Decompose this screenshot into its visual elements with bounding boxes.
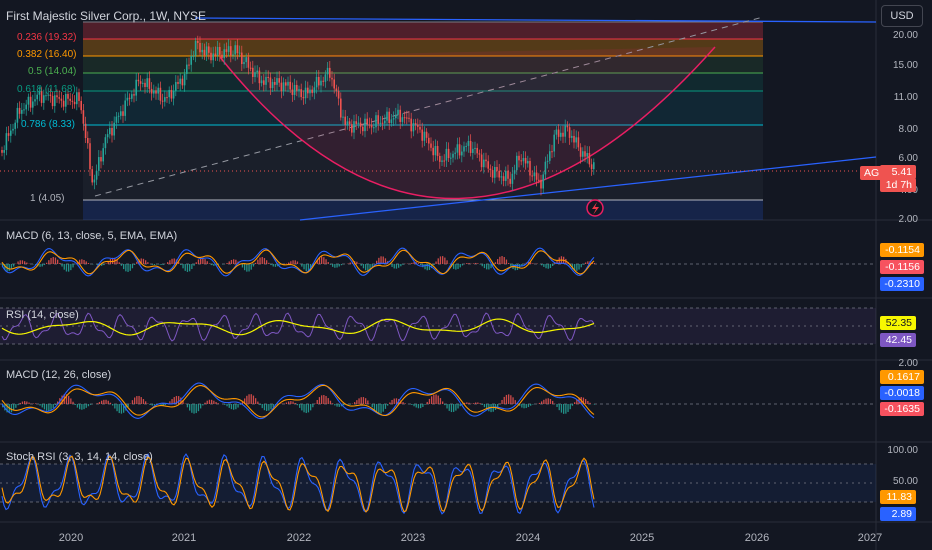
macd-label[interactable]: MACD (12, 26, close) [6, 369, 111, 381]
time-axis-label: 2024 [515, 532, 541, 544]
chart-canvas[interactable] [0, 0, 932, 550]
price-tick: 6.00 [898, 153, 918, 164]
fib-label-0382: 0.382 (16.40) [17, 49, 77, 60]
lightning-event-icon[interactable] [586, 199, 604, 217]
macd-fast-value: -0.1156 [880, 260, 924, 274]
macd-fast-value: -0.1154 [880, 243, 924, 257]
top-trendline[interactable] [194, 17, 877, 23]
rsi-plot [0, 307, 876, 345]
fib-label-0236: 0.236 (19.32) [17, 32, 77, 43]
macd-value: -0.0018 [880, 386, 924, 400]
price-tick: 11.00 [893, 92, 918, 103]
chart-title[interactable]: First Majestic Silver Corp., 1W, NYSE [6, 9, 206, 23]
price-tick: 20.00 [892, 30, 918, 41]
stoch-value: 11.83 [880, 490, 916, 504]
rsi-value: 52.35 [880, 316, 916, 330]
stoch-rsi-label[interactable]: Stoch RSI (3, 3, 14, 14, close) [6, 451, 153, 463]
fib-label-1: 1 (4.05) [30, 193, 65, 204]
macd-fast-label[interactable]: MACD (6, 13, close, 5, EMA, EMA) [6, 230, 177, 242]
fib-label-0786: 0.786 (8.33) [21, 119, 75, 130]
time-axis-label: 2025 [629, 532, 655, 544]
stoch-rsi-plot [0, 453, 876, 515]
stoch-axis-tick: 100.00 [887, 445, 918, 456]
macd-fast-value: -0.2310 [880, 277, 924, 291]
time-axis-label: 2023 [400, 532, 426, 544]
time-axis-label: 2026 [744, 532, 770, 544]
time-axis-label: 2027 [857, 532, 883, 544]
macd-axis-tick: 2.00 [898, 358, 918, 369]
price-tick: 8.00 [898, 124, 918, 135]
macd-plot [0, 382, 876, 420]
bar-countdown: 1d 7h [880, 178, 916, 192]
fib-label-05: 0.5 (14.04) [28, 66, 77, 77]
price-tick: 2.00 [898, 214, 918, 225]
macd-fast-plot [0, 247, 876, 277]
price-tick: 15.00 [892, 60, 918, 71]
time-axis-label: 2020 [58, 532, 84, 544]
rsi-label[interactable]: RSI (14, close) [6, 309, 79, 321]
macd-value: 0.1617 [880, 370, 924, 384]
time-axis-label: 2021 [171, 532, 197, 544]
fib-label-0618: 0.618 (11.68) [17, 84, 76, 95]
rsi-value: 42.45 [880, 333, 916, 347]
macd-value: -0.1635 [880, 402, 924, 416]
time-axis-label: 2022 [286, 532, 312, 544]
stoch-axis-tick: 50.00 [892, 476, 918, 487]
last-price-badge: 5.41 [880, 165, 916, 179]
currency-button[interactable]: USD [881, 5, 923, 27]
stoch-value: 2.89 [880, 507, 916, 521]
